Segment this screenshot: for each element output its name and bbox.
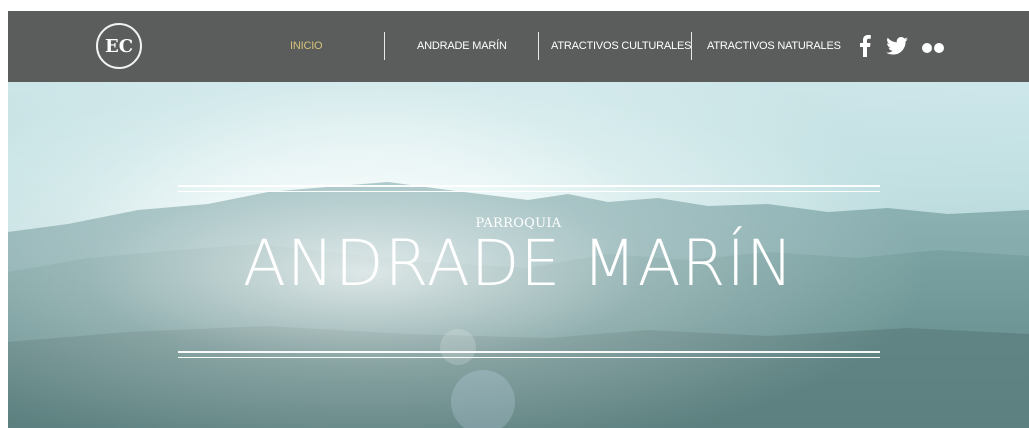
flickr-icon[interactable] — [921, 41, 945, 59]
nav-separator — [691, 32, 692, 60]
decorative-line-bottom — [178, 351, 880, 353]
decorative-line-bottom-thin — [178, 357, 880, 358]
twitter-icon[interactable] — [886, 37, 908, 60]
site-logo[interactable]: EC — [96, 23, 142, 69]
hero-banner: PARROQUIA ANDRADE MARÍN — [8, 82, 1029, 428]
nav-item-atractivos-naturales[interactable]: ATRACTIVOS NATURALES — [707, 40, 841, 52]
hero-title: ANDRADE MARÍN — [242, 227, 795, 300]
top-navigation-bar: EC INICIO ANDRADE MARÍN ATRACTIVOS CULTU… — [8, 11, 1029, 82]
nav-separator — [384, 32, 385, 60]
decorative-line-top-thin — [178, 191, 880, 192]
nav-item-andrade-marin[interactable]: ANDRADE MARÍN — [417, 40, 507, 52]
page: EC INICIO ANDRADE MARÍN ATRACTIVOS CULTU… — [0, 0, 1029, 428]
nav-separator — [538, 32, 539, 60]
facebook-icon[interactable] — [858, 35, 872, 62]
decorative-line-top — [178, 185, 880, 187]
nav-item-inicio[interactable]: INICIO — [290, 40, 323, 52]
nav-item-atractivos-culturales[interactable]: ATRACTIVOS CULTURALES — [551, 40, 691, 52]
